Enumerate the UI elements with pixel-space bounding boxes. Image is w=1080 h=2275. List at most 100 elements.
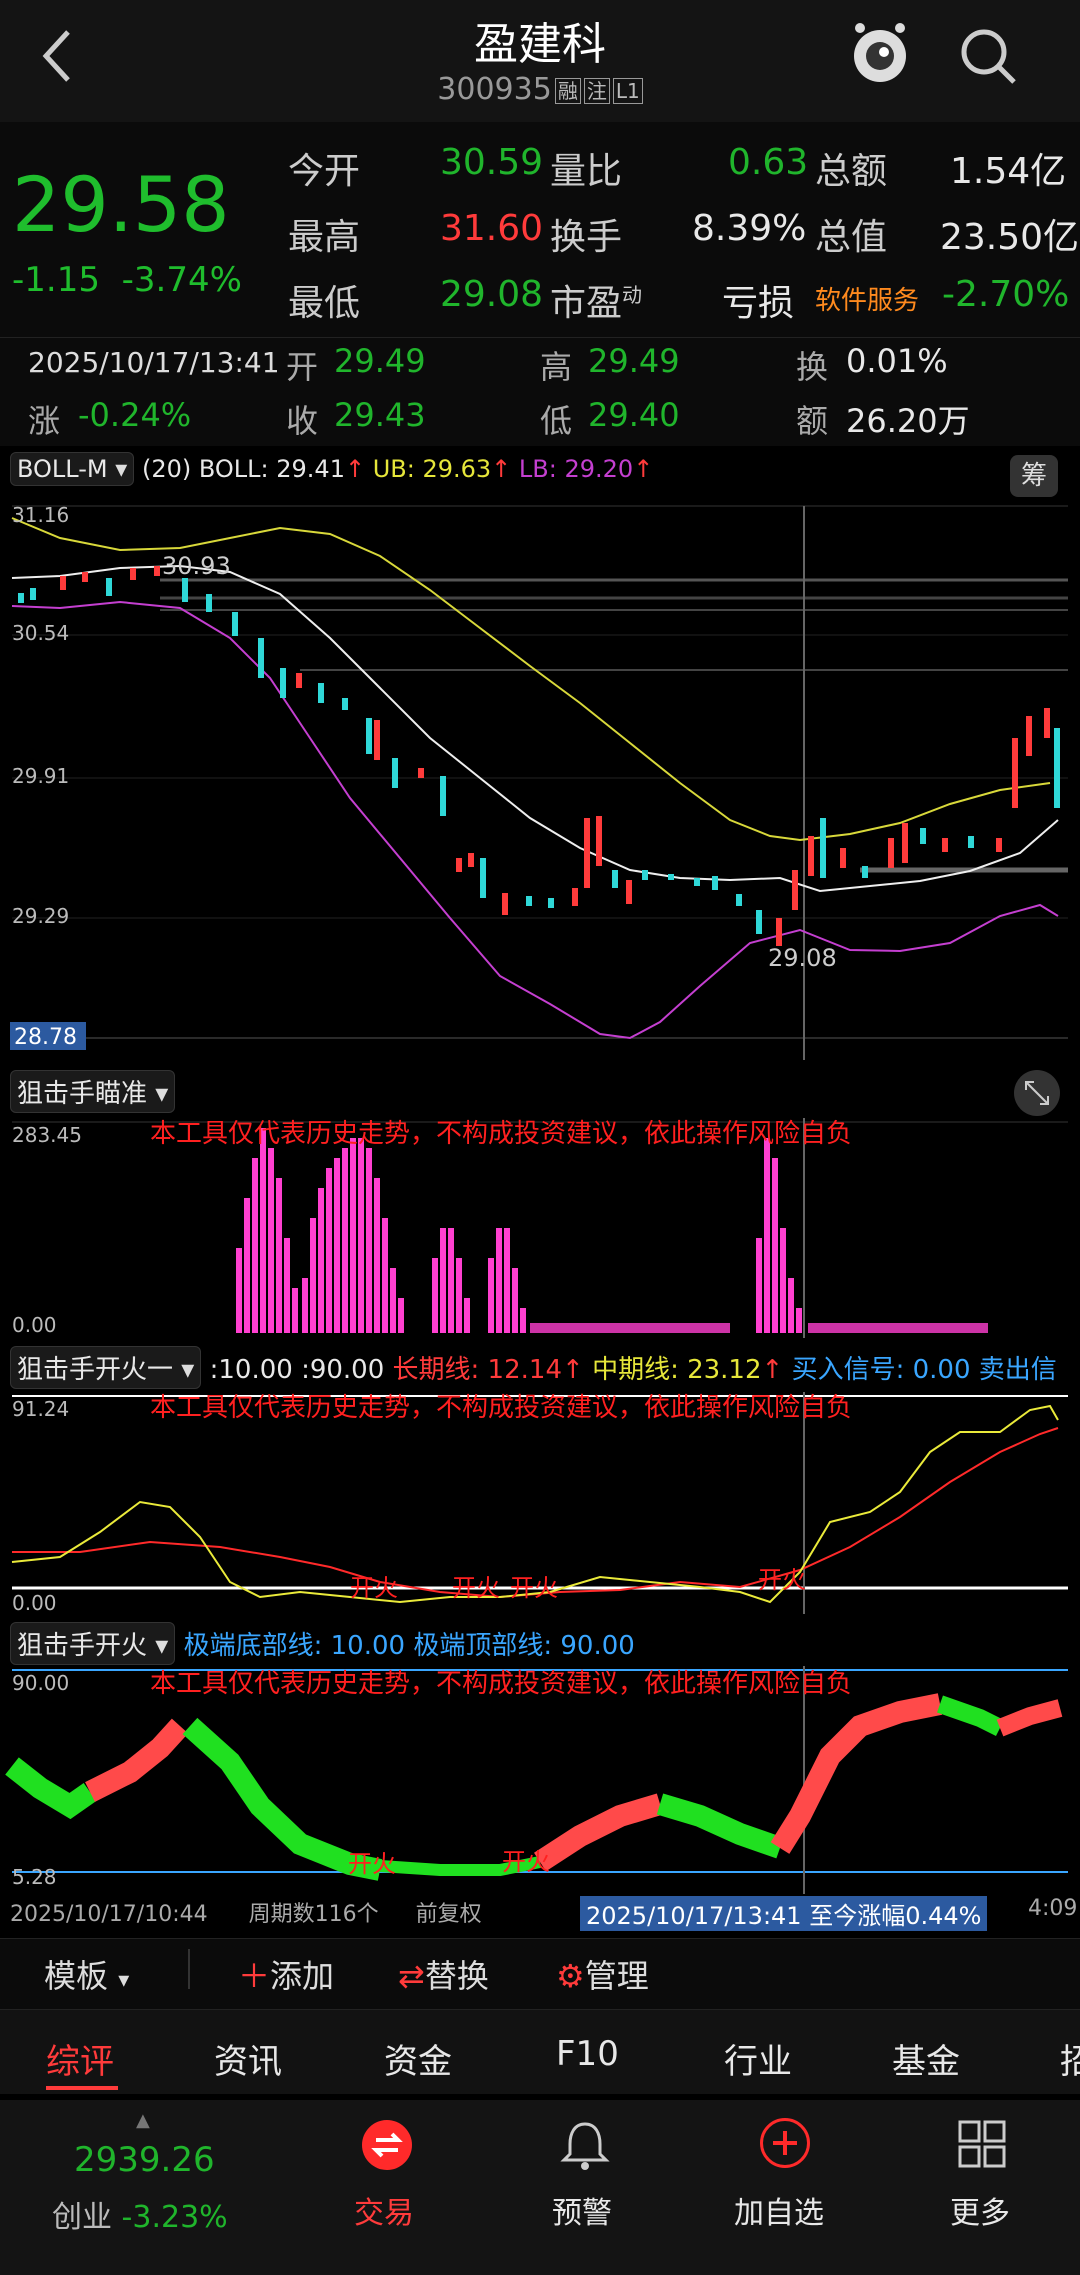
bar-close-label: 收 [286,402,319,440]
fire-mark-5: 开火 [348,1850,396,1878]
candles [18,566,1060,946]
high-label: 最高 [288,217,361,258]
turnover-label: 换手 [550,217,623,258]
index-info[interactable]: 创业 -3.23% [52,2192,228,2236]
bar-turn-label: 换 [796,348,829,386]
stock-code: 300935 融注 L1 [0,72,1080,107]
chip-button[interactable]: 筹 [1010,455,1058,497]
bar-amt-label: 额 [796,402,829,440]
ind3-top: 90.00 [12,1671,69,1695]
bar-open-label: 开 [286,348,319,386]
sector-name[interactable]: 软件服务 [815,280,919,317]
boll-lb: LB: 29.20 [518,455,634,483]
grid-icon[interactable] [958,2120,1006,2172]
last-price: 29.58 [12,160,230,249]
tag-note: 注 [583,77,610,104]
chart-toolbar: 模板 ▾ ＋添加 ⇄替换 ⚙管理 [0,1938,1080,2010]
price-change: -1.15 -3.74% [12,260,242,300]
expand-up-icon[interactable]: ▲ [136,2110,150,2131]
quote-panel: 29.58 -1.15 -3.74% 今开 30.59 量比 0.63 总额 1… [0,122,1080,337]
watch-label[interactable]: 加自选 [734,2188,824,2232]
swap-icon: ⇄ [398,1957,425,1995]
robot-icon[interactable] [848,20,912,88]
bottom-nav: ▲ 2939.26 创业 -3.23% 交易 预警 加自选 更多 [0,2100,1080,2275]
high-marker: 30.93 [162,552,231,580]
bar-close: 29.43 [334,396,426,434]
boll-mid: BOLL: 29.41 [198,455,345,483]
more-label[interactable]: 更多 [950,2188,1010,2232]
boll-ub: UB: 29.63 [372,455,492,483]
ind1-header: 狙击手瞄准 ▾ [10,1070,176,1113]
fire-mark-2: 开火 [452,1574,500,1602]
vol-ratio-value: 0.63 [728,142,809,183]
mktcap-value: 23.50亿 [940,217,1080,258]
fire-mark-1: 开火 [350,1574,398,1602]
cursor-info: 2025/10/17/13:41 至今涨幅0.44% [580,1896,988,1931]
vol-ratio-label: 量比 [550,151,623,192]
ind2-params: :10.00 :90.00 [209,1355,385,1385]
ind1-chart[interactable]: 283.45 0.00 本工具仅代表历史走势，不构成投资建议，依此操作风险自负 [0,1118,1080,1338]
amount-label: 总额 [815,151,888,192]
low-value: 29.08 [440,274,544,315]
ind3-chart[interactable]: 90.00 5.28 本工具仅代表历史走势，不构成投资建议，依此操作风险自负 开… [0,1666,1080,1894]
low-marker: 29.08 [768,944,837,972]
low-label: 最低 [288,283,361,324]
add-button[interactable]: ＋添加 [238,1951,334,1997]
boll-chart[interactable]: 31.16 30.54 29.91 29.29 28.78 30.93 29.0… [0,498,1080,1060]
ind1-selector[interactable]: 狙击手瞄准 ▾ [10,1070,176,1113]
alert-label[interactable]: 预警 [552,2188,612,2232]
tab-fund[interactable]: 基金 [892,2034,960,2083]
tag-level1: L1 [612,77,643,104]
ind2-buy: 买入信号: 0.00 [791,1355,971,1385]
search-icon[interactable] [956,24,1020,88]
footer-start: 2025/10/17/10:44 [10,1902,208,1927]
tab-industry[interactable]: 行业 [724,2034,792,2083]
index-value[interactable]: 2939.26 [74,2140,215,2180]
ind2-bottom: 0.00 [12,1591,57,1614]
bar-high-label: 高 [540,348,573,386]
bell-icon[interactable] [560,2118,610,2176]
turnover-value: 8.39% [692,208,807,249]
fire-mark-3: 开火 [510,1574,558,1602]
trade-label[interactable]: 交易 [354,2188,414,2232]
bar-turn: 0.01% [846,342,948,380]
fire-mark-6: 开火 [502,1848,550,1876]
ind2-mid: 中期线: 23.12 [592,1355,762,1385]
tab-news[interactable]: 资讯 [214,2034,282,2083]
fire-mark-4: 开火 [758,1566,806,1594]
page-title: 盈建科 [474,19,606,70]
boll-selector[interactable]: BOLL-M ▾ [10,452,135,486]
high-value: 31.60 [440,208,544,249]
ind3-selector[interactable]: 狙击手开火 ▾ [10,1622,176,1665]
manage-button[interactable]: ⚙管理 [556,1951,649,1997]
ind2-chart[interactable]: 91.24 0.00 本工具仅代表历史走势，不构成投资建议，依此操作风险自负 开… [0,1392,1080,1614]
sector-change: -2.70% [942,274,1070,315]
plus-icon: ＋ [238,1957,271,1995]
replace-button[interactable]: ⇄替换 [398,1951,489,1997]
footer-adjust: 前复权 [415,1902,482,1927]
y-label-1: 31.16 [12,503,69,527]
ind2-sell: 卖出信 [978,1355,1057,1385]
ind1-note: 本工具仅代表历史走势，不构成投资建议，依此操作风险自负 [150,1119,852,1149]
mktcap-label: 总值 [815,217,888,258]
boll-param: (20) [141,455,192,483]
tab-overview[interactable]: 综评 [46,2034,114,2083]
ind2-note: 本工具仅代表历史走势，不构成投资建议，依此操作风险自负 [150,1393,852,1423]
y-label-4: 29.29 [12,904,69,928]
bar-chg-label: 涨 [28,402,61,440]
tab-funds[interactable]: 资金 [384,2034,452,2083]
bar-datetime: 2025/10/17/13:41 [28,346,280,379]
open-value: 30.59 [440,142,544,183]
ind3-high-line: 极端顶部线: 90.00 [413,1631,635,1661]
tab-f10[interactable]: F10 [556,2034,619,2074]
add-watch-icon[interactable] [760,2118,810,2168]
footer-period: 周期数116个 [248,1902,379,1927]
gear-icon: ⚙ [556,1957,585,1995]
expand-icon[interactable] [1014,1070,1060,1116]
bar-amt: 26.20万 [846,402,970,440]
bar-high: 29.49 [588,342,680,380]
template-button[interactable]: 模板 ▾ [44,1951,129,1997]
trade-icon[interactable] [362,2120,412,2170]
tab-more[interactable]: 招 [1060,2034,1080,2083]
ind2-selector[interactable]: 狙击手开火一 ▾ [10,1346,202,1389]
